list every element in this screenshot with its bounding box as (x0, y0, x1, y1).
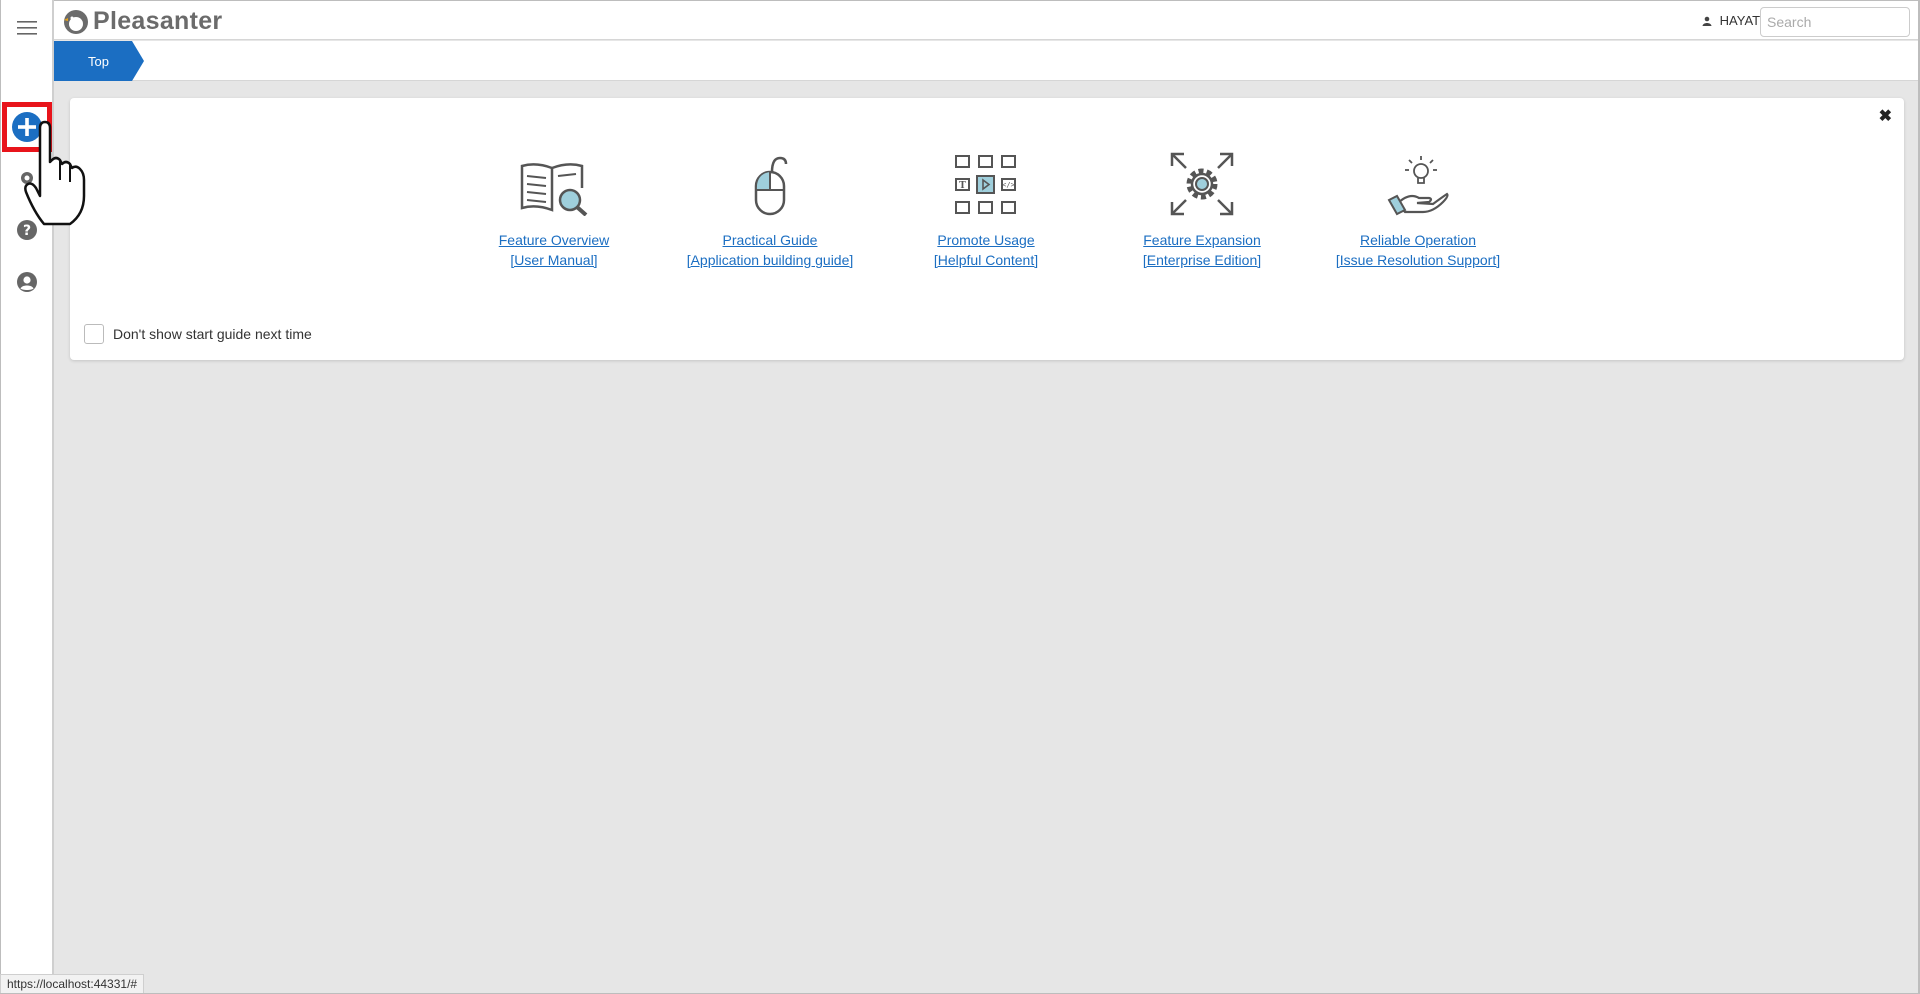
logo[interactable]: Pleasanter (62, 7, 222, 36)
menu-button[interactable] (1, 6, 53, 50)
dont-show-label[interactable]: Don't show start guide next time (113, 326, 312, 342)
guide-item-practical-guide: Practical Guide [Application building gu… (660, 150, 880, 270)
breadcrumb-top[interactable]: Top (54, 41, 144, 81)
guide-link-reliable-operation[interactable]: Reliable Operation [Issue Resolution Sup… (1308, 230, 1528, 270)
svg-text:</>: </> (1002, 181, 1015, 189)
mouse-icon (754, 156, 788, 216)
guide-item-feature-overview: Feature Overview [User Manual] (444, 150, 664, 270)
guide-link-feature-overview[interactable]: Feature Overview [User Manual] (444, 230, 664, 270)
header: Pleasanter HAYATO (54, 0, 1920, 40)
hamburger-menu-icon (17, 21, 37, 35)
gear-expand-icon (1170, 152, 1234, 216)
pleasanter-bird-logo-icon (64, 9, 88, 34)
guide-subtitle: [User Manual] (510, 252, 598, 268)
svg-text:?: ? (23, 223, 31, 239)
gear-icon (21, 172, 33, 184)
user-small-icon (1702, 16, 1712, 26)
guide-subtitle: [Issue Resolution Support] (1335, 252, 1501, 268)
book-magnifier-icon (520, 163, 588, 216)
user-icon (17, 272, 37, 292)
account-button[interactable] (1, 260, 53, 304)
plus-circle-icon (12, 112, 42, 142)
logo-text: Pleasanter (93, 7, 223, 35)
svg-text:T: T (959, 181, 966, 191)
search-input[interactable] (1760, 7, 1910, 37)
guide-title: Reliable Operation (1360, 232, 1476, 248)
close-guide-button[interactable]: ✖ (1879, 106, 1892, 126)
guide-subtitle: [Enterprise Edition] (1142, 252, 1262, 268)
guide-title: Practical Guide (722, 232, 818, 248)
breadcrumb: Top (54, 41, 1920, 81)
add-new-button[interactable] (2, 102, 52, 152)
guide-item-promote-usage: T </> Promote Usage [Helpful Content] (876, 150, 1096, 270)
guide-title: Feature Overview (498, 232, 610, 248)
guide-item-reliable-operation: Reliable Operation [Issue Resolution Sup… (1308, 150, 1528, 270)
guide-link-promote-usage[interactable]: Promote Usage [Helpful Content] (876, 230, 1096, 270)
guide-subtitle: [Application building guide] (686, 252, 854, 268)
guide-link-practical-guide[interactable]: Practical Guide [Application building gu… (660, 230, 880, 270)
dont-show-checkbox[interactable] (84, 324, 104, 344)
guide-item-feature-expansion: Feature Expansion [Enterprise Edition] (1092, 150, 1312, 270)
guide-title: Feature Expansion (1143, 232, 1261, 248)
guide-subtitle: [Helpful Content] (933, 252, 1039, 268)
content-grid-icon: T </> (955, 155, 1016, 214)
dont-show-guide-option: Don't show start guide next time (84, 324, 312, 344)
guide-link-feature-expansion[interactable]: Feature Expansion [Enterprise Edition] (1092, 230, 1312, 270)
help-icon: ? (17, 220, 37, 240)
settings-button[interactable] (1, 156, 53, 200)
help-button[interactable]: ? (1, 208, 53, 252)
sidebar: ? (0, 0, 54, 994)
hand-lightbulb-icon (1387, 156, 1449, 216)
start-guide-panel: ✖ Feature Overview [User Manual] Practic… (70, 98, 1904, 360)
guide-title: Promote Usage (937, 232, 1035, 248)
status-bar-url: https://localhost:44331/# (0, 974, 145, 994)
